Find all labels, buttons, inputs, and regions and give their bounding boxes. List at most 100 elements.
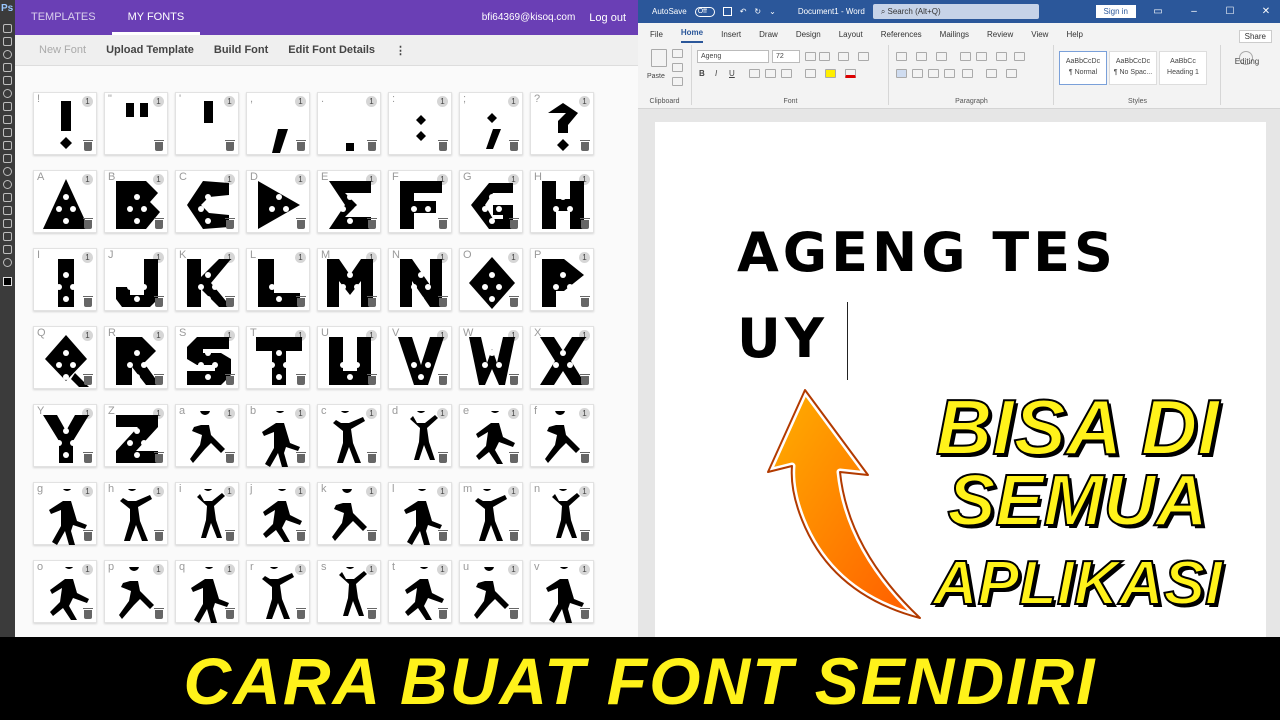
trash-icon[interactable]	[509, 218, 519, 229]
trash-icon[interactable]	[83, 296, 93, 307]
paste-icon[interactable]	[651, 49, 667, 67]
maximize-icon[interactable]: ☐	[1216, 6, 1244, 17]
trash-icon[interactable]	[83, 452, 93, 463]
cut-icon[interactable]	[672, 49, 683, 58]
sign-in-button[interactable]: Sign in	[1095, 5, 1136, 18]
highlight-icon[interactable]	[825, 69, 836, 78]
eraser-tool-icon[interactable]	[3, 141, 12, 150]
glyph-cell[interactable]: X1	[530, 326, 594, 389]
glyph-cell[interactable]: o1	[33, 560, 97, 623]
redo-icon[interactable]: ↻	[754, 7, 761, 16]
trash-icon[interactable]	[580, 530, 590, 541]
trash-icon[interactable]	[225, 296, 235, 307]
glyph-cell[interactable]: P1	[530, 248, 594, 311]
trash-icon[interactable]	[296, 374, 306, 385]
trash-icon[interactable]	[225, 218, 235, 229]
sort-icon[interactable]	[996, 52, 1007, 61]
ribbon-tab-draw[interactable]: Draw	[759, 30, 778, 43]
ribbon-tab-design[interactable]: Design	[796, 30, 821, 43]
glyph-cell[interactable]: S1	[175, 326, 239, 389]
trash-icon[interactable]	[225, 608, 235, 619]
trash-icon[interactable]	[83, 530, 93, 541]
undo-icon[interactable]: ↶	[740, 7, 747, 16]
healing-tool-icon[interactable]	[3, 89, 12, 98]
glyph-cell[interactable]: d1	[388, 404, 452, 467]
glyph-cell[interactable]: V1	[388, 326, 452, 389]
hand-tool-icon[interactable]	[3, 245, 12, 254]
justify-icon[interactable]	[944, 69, 955, 78]
tab-templates[interactable]: TEMPLATES	[15, 0, 112, 35]
trash-icon[interactable]	[438, 374, 448, 385]
trash-icon[interactable]	[296, 296, 306, 307]
trash-icon[interactable]	[225, 374, 235, 385]
trash-icon[interactable]	[367, 296, 377, 307]
stamp-tool-icon[interactable]	[3, 115, 12, 124]
trash-icon[interactable]	[580, 374, 590, 385]
glyph-cell[interactable]: D1	[246, 170, 310, 233]
subscript-icon[interactable]	[765, 69, 776, 78]
trash-icon[interactable]	[580, 296, 590, 307]
trash-icon[interactable]	[154, 218, 164, 229]
show-marks-icon[interactable]	[1014, 52, 1025, 61]
trash-icon[interactable]	[154, 608, 164, 619]
path-select-icon[interactable]	[3, 219, 12, 228]
trash-icon[interactable]	[83, 218, 93, 229]
trash-icon[interactable]	[225, 140, 235, 151]
glyph-cell[interactable]: :1	[388, 92, 452, 155]
line-spacing-icon[interactable]	[962, 69, 973, 78]
shading-icon[interactable]	[986, 69, 997, 78]
glyph-cell[interactable]: e1	[459, 404, 523, 467]
italic-icon[interactable]: I	[715, 69, 717, 78]
align-right-icon[interactable]	[928, 69, 939, 78]
glyph-cell[interactable]: f1	[530, 404, 594, 467]
ribbon-tab-mailings[interactable]: Mailings	[940, 30, 969, 43]
glyph-cell[interactable]: T1	[246, 326, 310, 389]
trash-icon[interactable]	[83, 374, 93, 385]
glyph-cell[interactable]: H1	[530, 170, 594, 233]
move-tool-icon[interactable]	[3, 24, 12, 33]
document-text[interactable]: AGENG TES UY	[737, 210, 1217, 382]
align-center-icon[interactable]	[912, 69, 923, 78]
trash-icon[interactable]	[296, 608, 306, 619]
glyph-cell[interactable]: O1	[459, 248, 523, 311]
decrease-indent-icon[interactable]	[960, 52, 971, 61]
glyph-cell[interactable]: B1	[104, 170, 168, 233]
glyph-cell[interactable]: b1	[246, 404, 310, 467]
logout-link[interactable]: Log out	[583, 12, 638, 24]
trash-icon[interactable]	[509, 452, 519, 463]
style-0[interactable]: AaBbCcDc ¶ Normal	[1059, 51, 1107, 85]
marquee-tool-icon[interactable]	[3, 37, 12, 46]
glyph-cell[interactable]: F1	[388, 170, 452, 233]
clear-format-icon[interactable]	[858, 52, 869, 61]
ribbon-tab-home[interactable]: Home	[680, 28, 704, 43]
eyedropper-tool-icon[interactable]	[3, 76, 12, 85]
glyph-cell[interactable]: Q1	[33, 326, 97, 389]
trash-icon[interactable]	[154, 140, 164, 151]
more-menu-icon[interactable]: ⋮	[395, 44, 406, 57]
glyph-cell[interactable]: G1	[459, 170, 523, 233]
copy-icon[interactable]	[672, 63, 683, 72]
font-name-box[interactable]: Ageng	[697, 50, 769, 63]
minimize-icon[interactable]: –	[1180, 6, 1208, 17]
trash-icon[interactable]	[509, 374, 519, 385]
shape-tool-icon[interactable]	[3, 232, 12, 241]
glyph-cell[interactable]: Y1	[33, 404, 97, 467]
trash-icon[interactable]	[225, 452, 235, 463]
glyph-cell[interactable]: l1	[388, 482, 452, 545]
trash-icon[interactable]	[154, 452, 164, 463]
ribbon-tab-file[interactable]: File	[650, 30, 663, 43]
borders-icon[interactable]	[1006, 69, 1017, 78]
edit-font-details-button[interactable]: Edit Font Details	[288, 44, 375, 56]
dodge-tool-icon[interactable]	[3, 180, 12, 189]
glyph-cell[interactable]: n1	[530, 482, 594, 545]
trash-icon[interactable]	[367, 530, 377, 541]
editing-button[interactable]: Editing	[1226, 57, 1268, 66]
trash-icon[interactable]	[83, 608, 93, 619]
qat-dropdown-icon[interactable]: ⌄	[769, 7, 776, 16]
trash-icon[interactable]	[438, 296, 448, 307]
glyph-cell[interactable]: k1	[317, 482, 381, 545]
trash-icon[interactable]	[367, 374, 377, 385]
underline-icon[interactable]: U	[729, 69, 735, 78]
trash-icon[interactable]	[509, 530, 519, 541]
lasso-tool-icon[interactable]	[3, 50, 12, 59]
